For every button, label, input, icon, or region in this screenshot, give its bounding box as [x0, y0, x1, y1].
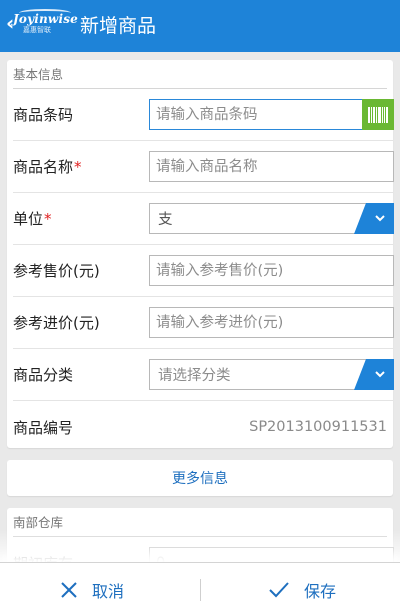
purchase-price-input[interactable]: [150, 308, 393, 337]
bottom-action-bar: 取消 保存: [0, 562, 400, 615]
scan-barcode-button[interactable]: [362, 99, 394, 130]
basic-info-card: 基本信息 商品条码 请输入商品条码 商品名称* 请输入商品名称 单位* 支 参考…: [7, 60, 394, 448]
section-title-warehouse: 南部仓库: [13, 508, 387, 537]
row-unit: 单位* 支: [13, 193, 394, 245]
row-barcode: 商品条码: [13, 89, 394, 141]
unit-select[interactable]: 支: [149, 203, 394, 234]
required-mark: *: [44, 210, 52, 228]
cancel-label: 取消: [92, 581, 125, 601]
sale-price-input[interactable]: [150, 256, 393, 285]
name-label: 商品名称*: [13, 158, 82, 176]
barcode-icon: [368, 106, 388, 123]
warehouse-card: 南部仓库 期初库存: [7, 508, 394, 563]
cancel-button[interactable]: 取消: [60, 563, 124, 615]
name-field: [149, 151, 394, 182]
code-label: 商品编号: [13, 418, 74, 437]
barcode-field: [149, 99, 394, 130]
app-header: ‹ Joyinwise 嘉惠智联 新增商品: [0, 0, 400, 52]
page-title: 新增商品: [80, 15, 157, 37]
logo-swoosh: [19, 9, 71, 17]
more-info-link[interactable]: 更多信息: [172, 468, 228, 488]
opening-stock-label: 期初库存: [13, 553, 143, 563]
check-icon: [269, 581, 289, 597]
close-icon: [61, 581, 77, 598]
row-opening-stock: 期初库存: [13, 537, 394, 563]
back-button[interactable]: ‹ Joyinwise 嘉惠智联: [0, 0, 78, 52]
more-info-card[interactable]: 更多信息: [7, 460, 393, 496]
bottom-divider: [200, 579, 201, 601]
name-input[interactable]: [150, 152, 393, 181]
row-category: 商品分类 请选择分类: [13, 349, 394, 401]
required-mark: *: [74, 158, 82, 176]
chevron-down-icon[interactable]: [354, 203, 394, 234]
opening-stock-field: [149, 547, 394, 562]
save-label: 保存: [304, 581, 337, 601]
unit-selected-value: 支: [158, 212, 173, 228]
row-sale-price: 参考售价(元): [13, 245, 394, 297]
barcode-label: 商品条码: [13, 106, 74, 124]
purchase-price-field: [149, 307, 394, 338]
form-scroll-area[interactable]: 基本信息 商品条码 请输入商品条码 商品名称* 请输入商品名称 单位* 支 参考…: [0, 52, 400, 562]
code-value: SP2013100911531: [249, 419, 387, 435]
purchase-price-label: 参考进价(元): [13, 314, 100, 332]
row-name: 商品名称*: [13, 141, 394, 193]
save-button[interactable]: 保存: [268, 563, 336, 615]
row-purchase-price: 参考进价(元): [13, 297, 394, 349]
logo-sub-text: 嘉惠智联: [23, 26, 51, 34]
unit-label: 单位*: [13, 210, 52, 228]
category-label: 商品分类: [13, 366, 74, 384]
row-code: 商品编号 SP2013100911531: [13, 401, 393, 453]
section-title-basic: 基本信息: [13, 60, 387, 89]
sale-price-label: 参考售价(元): [13, 262, 100, 280]
category-select[interactable]: 请选择分类: [149, 359, 394, 390]
barcode-input[interactable]: [150, 100, 393, 129]
sale-price-field: [149, 255, 394, 286]
chevron-down-icon[interactable]: [354, 359, 394, 390]
brand-logo: Joyinwise 嘉惠智联: [13, 9, 78, 40]
category-selected-value: 请选择分类: [158, 368, 231, 384]
opening-stock-input[interactable]: [150, 548, 393, 562]
